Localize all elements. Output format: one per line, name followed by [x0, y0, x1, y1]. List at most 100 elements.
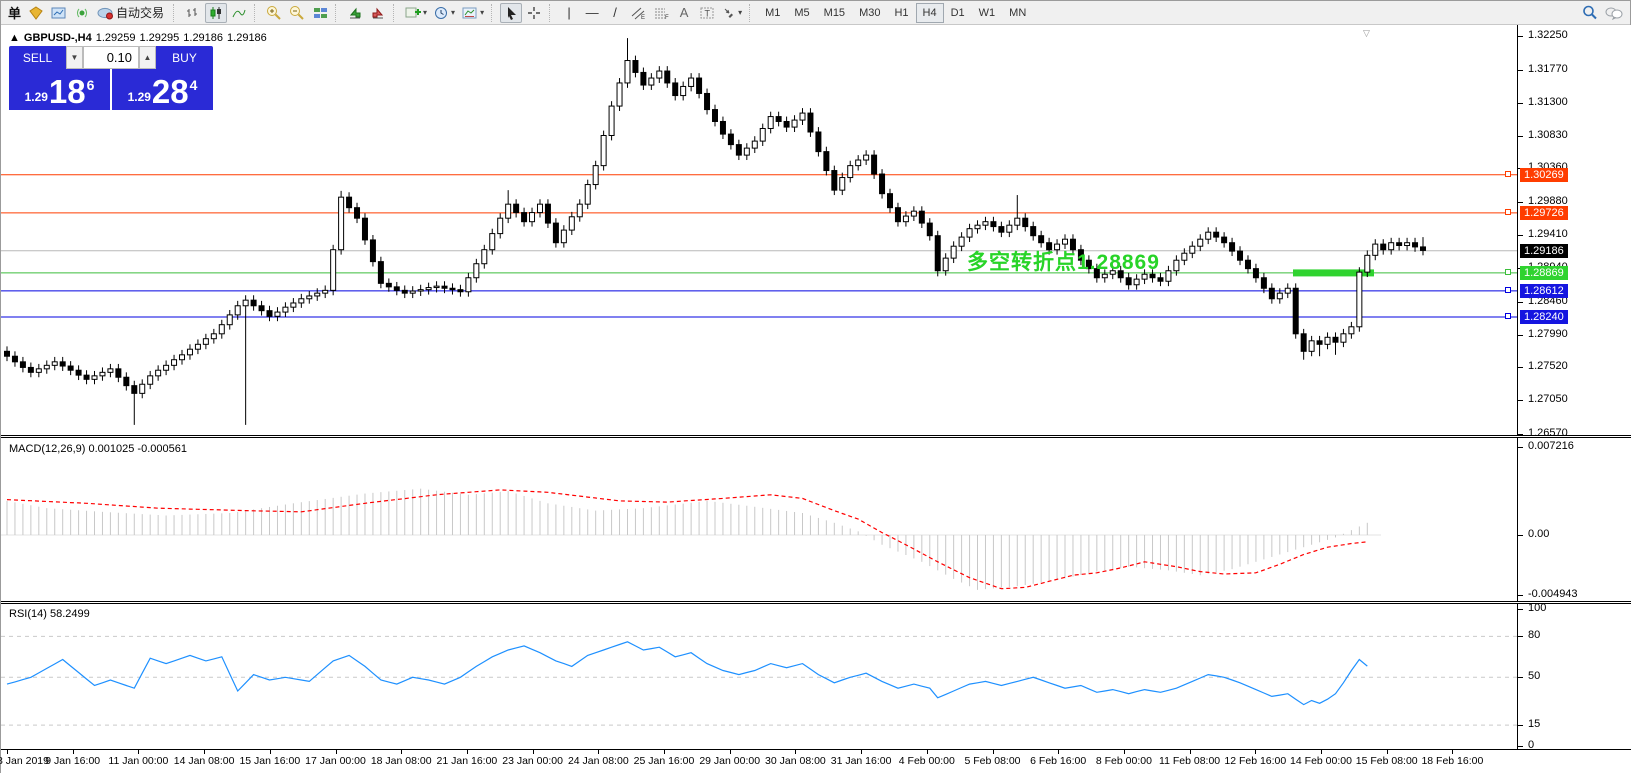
buy-button[interactable]: BUY: [156, 46, 213, 69]
candle-bull: [426, 288, 431, 290]
axis-tick-mark: [1518, 367, 1523, 368]
panel-splitter[interactable]: [1, 601, 1631, 604]
hline-tool[interactable]: —: [581, 3, 603, 23]
auto-trading-button[interactable]: 自动交易: [94, 3, 169, 23]
symbol-header[interactable]: ▲GBPUSD-,H41.292591.292951.291861.29186: [9, 32, 271, 44]
crosshair-tool[interactable]: [523, 3, 545, 23]
line-handle[interactable]: [1505, 313, 1511, 319]
cursor-tool[interactable]: [500, 3, 522, 23]
candle-bear: [1245, 260, 1250, 268]
time-tick-label: 23 Jan 00:00: [502, 755, 563, 767]
ohlc-open: 1.29259: [96, 32, 136, 44]
axis-tick-mark: [1518, 70, 1523, 71]
candle-bear: [705, 93, 710, 109]
volume-increase-button[interactable]: ▲: [139, 46, 156, 69]
tile-windows-icon[interactable]: [309, 3, 331, 23]
line-handle[interactable]: [1505, 209, 1511, 215]
timeframe-m30[interactable]: M30: [852, 3, 887, 23]
candle-bear: [20, 362, 25, 368]
search-button[interactable]: [1579, 3, 1601, 23]
time-tick-label: 12 Feb 16:00: [1224, 755, 1286, 767]
new-order-button[interactable]: 单: [5, 3, 24, 22]
timeframe-d1[interactable]: D1: [944, 3, 972, 23]
sell-price-button[interactable]: 1.29 18 6: [9, 69, 110, 110]
candle-bear: [784, 121, 789, 127]
candle-bull: [537, 204, 542, 212]
chevron-down-icon: ▾: [480, 8, 484, 17]
chart-shift-icon[interactable]: [367, 3, 389, 23]
timeframe-m1[interactable]: M1: [758, 3, 787, 23]
timeframe-w1[interactable]: W1: [972, 3, 1003, 23]
time-tick-label: 11 Jan 00:00: [108, 755, 168, 767]
buy-price-button[interactable]: 1.29 28 4: [112, 69, 213, 110]
price-tag-1.29186: 1.29186: [1520, 244, 1568, 258]
vline-tool[interactable]: |: [558, 3, 580, 23]
mql-community-icon[interactable]: [25, 3, 47, 23]
rsi-chart[interactable]: [1, 605, 1517, 749]
candle-bull: [331, 250, 336, 291]
time-tick-label: 8 Jan 2019: [0, 755, 49, 767]
panel-splitter[interactable]: [1, 435, 1631, 438]
text-tool[interactable]: A: [673, 3, 695, 23]
rsi-label: RSI(14) 58.2499: [9, 608, 90, 620]
candle-bear: [370, 240, 375, 262]
charts-window-icon[interactable]: [48, 3, 70, 23]
toolbar-separator: [173, 4, 178, 22]
chat-button[interactable]: [1602, 3, 1626, 23]
main-toolbar: 单 自动交易: [1, 1, 1630, 25]
zoom-out-icon[interactable]: [286, 3, 308, 23]
trendline-tool[interactable]: /: [604, 3, 626, 23]
chart-shift-marker-icon[interactable]: ▽: [1363, 28, 1370, 39]
timeframe-h4[interactable]: H4: [916, 3, 944, 23]
chevron-down-icon: ▾: [451, 8, 455, 17]
fibonacci-tool[interactable]: F: [650, 3, 672, 23]
candle-bear: [251, 300, 256, 306]
zoom-in-icon[interactable]: [263, 3, 285, 23]
indicators-button[interactable]: ▾: [402, 3, 430, 23]
sell-button[interactable]: SELL: [9, 46, 66, 69]
line-handle[interactable]: [1505, 171, 1511, 177]
timeframe-h1[interactable]: H1: [887, 3, 915, 23]
candle-bull: [951, 246, 956, 258]
candle-bull: [840, 178, 845, 191]
channel-tool[interactable]: E: [627, 3, 649, 23]
candle-bear: [1413, 243, 1418, 247]
candlestick-icon[interactable]: [205, 3, 227, 23]
bar-chart-icon[interactable]: [182, 3, 204, 23]
timeframe-m5[interactable]: M5: [787, 3, 816, 23]
toolbar-separator: [491, 4, 496, 22]
candle-bull: [1325, 337, 1330, 344]
templates-button[interactable]: ▾: [459, 3, 487, 23]
line-handle[interactable]: [1505, 287, 1511, 293]
shift-arrow-icon: [371, 6, 386, 20]
candle-bear: [1238, 251, 1243, 260]
signals-icon[interactable]: [71, 3, 93, 23]
arrows-tool[interactable]: ▾: [719, 3, 745, 23]
sell-price-big: 18: [49, 77, 86, 107]
auto-scroll-icon[interactable]: [344, 3, 366, 23]
candle-bear: [259, 306, 264, 311]
timeframe-m15[interactable]: M15: [817, 3, 852, 23]
line-chart-icon[interactable]: [228, 3, 250, 23]
axis-tick-mark: [1518, 609, 1523, 610]
price-axis[interactable]: 1.322501.317701.313001.308301.303601.298…: [1517, 25, 1631, 749]
candle-bear: [5, 351, 10, 356]
collapse-arrow-icon[interactable]: ▲: [9, 32, 20, 44]
timeframe-mn[interactable]: MN: [1002, 3, 1033, 23]
periods-button[interactable]: ▾: [431, 3, 458, 23]
macd-signal-line: [7, 490, 1367, 589]
label-tool[interactable]: T: [696, 3, 718, 23]
candle-bear: [991, 222, 996, 227]
candle-bear: [816, 132, 821, 152]
chart-text-annotation[interactable]: 多空转折点1.28869: [967, 246, 1160, 276]
line-handle[interactable]: [1505, 269, 1511, 275]
time-axis[interactable]: 8 Jan 20199 Jan 16:0011 Jan 00:0014 Jan …: [1, 749, 1631, 773]
time-tick-mark: [467, 750, 468, 754]
volume-input[interactable]: [83, 46, 139, 69]
macd-chart[interactable]: [1, 439, 1517, 601]
candlestick-chart[interactable]: [1, 25, 1517, 435]
candle-bull: [219, 325, 224, 334]
buy-price-pip: 4: [190, 77, 198, 93]
volume-decrease-button[interactable]: ▼: [66, 46, 83, 69]
candle-bear: [442, 286, 447, 288]
